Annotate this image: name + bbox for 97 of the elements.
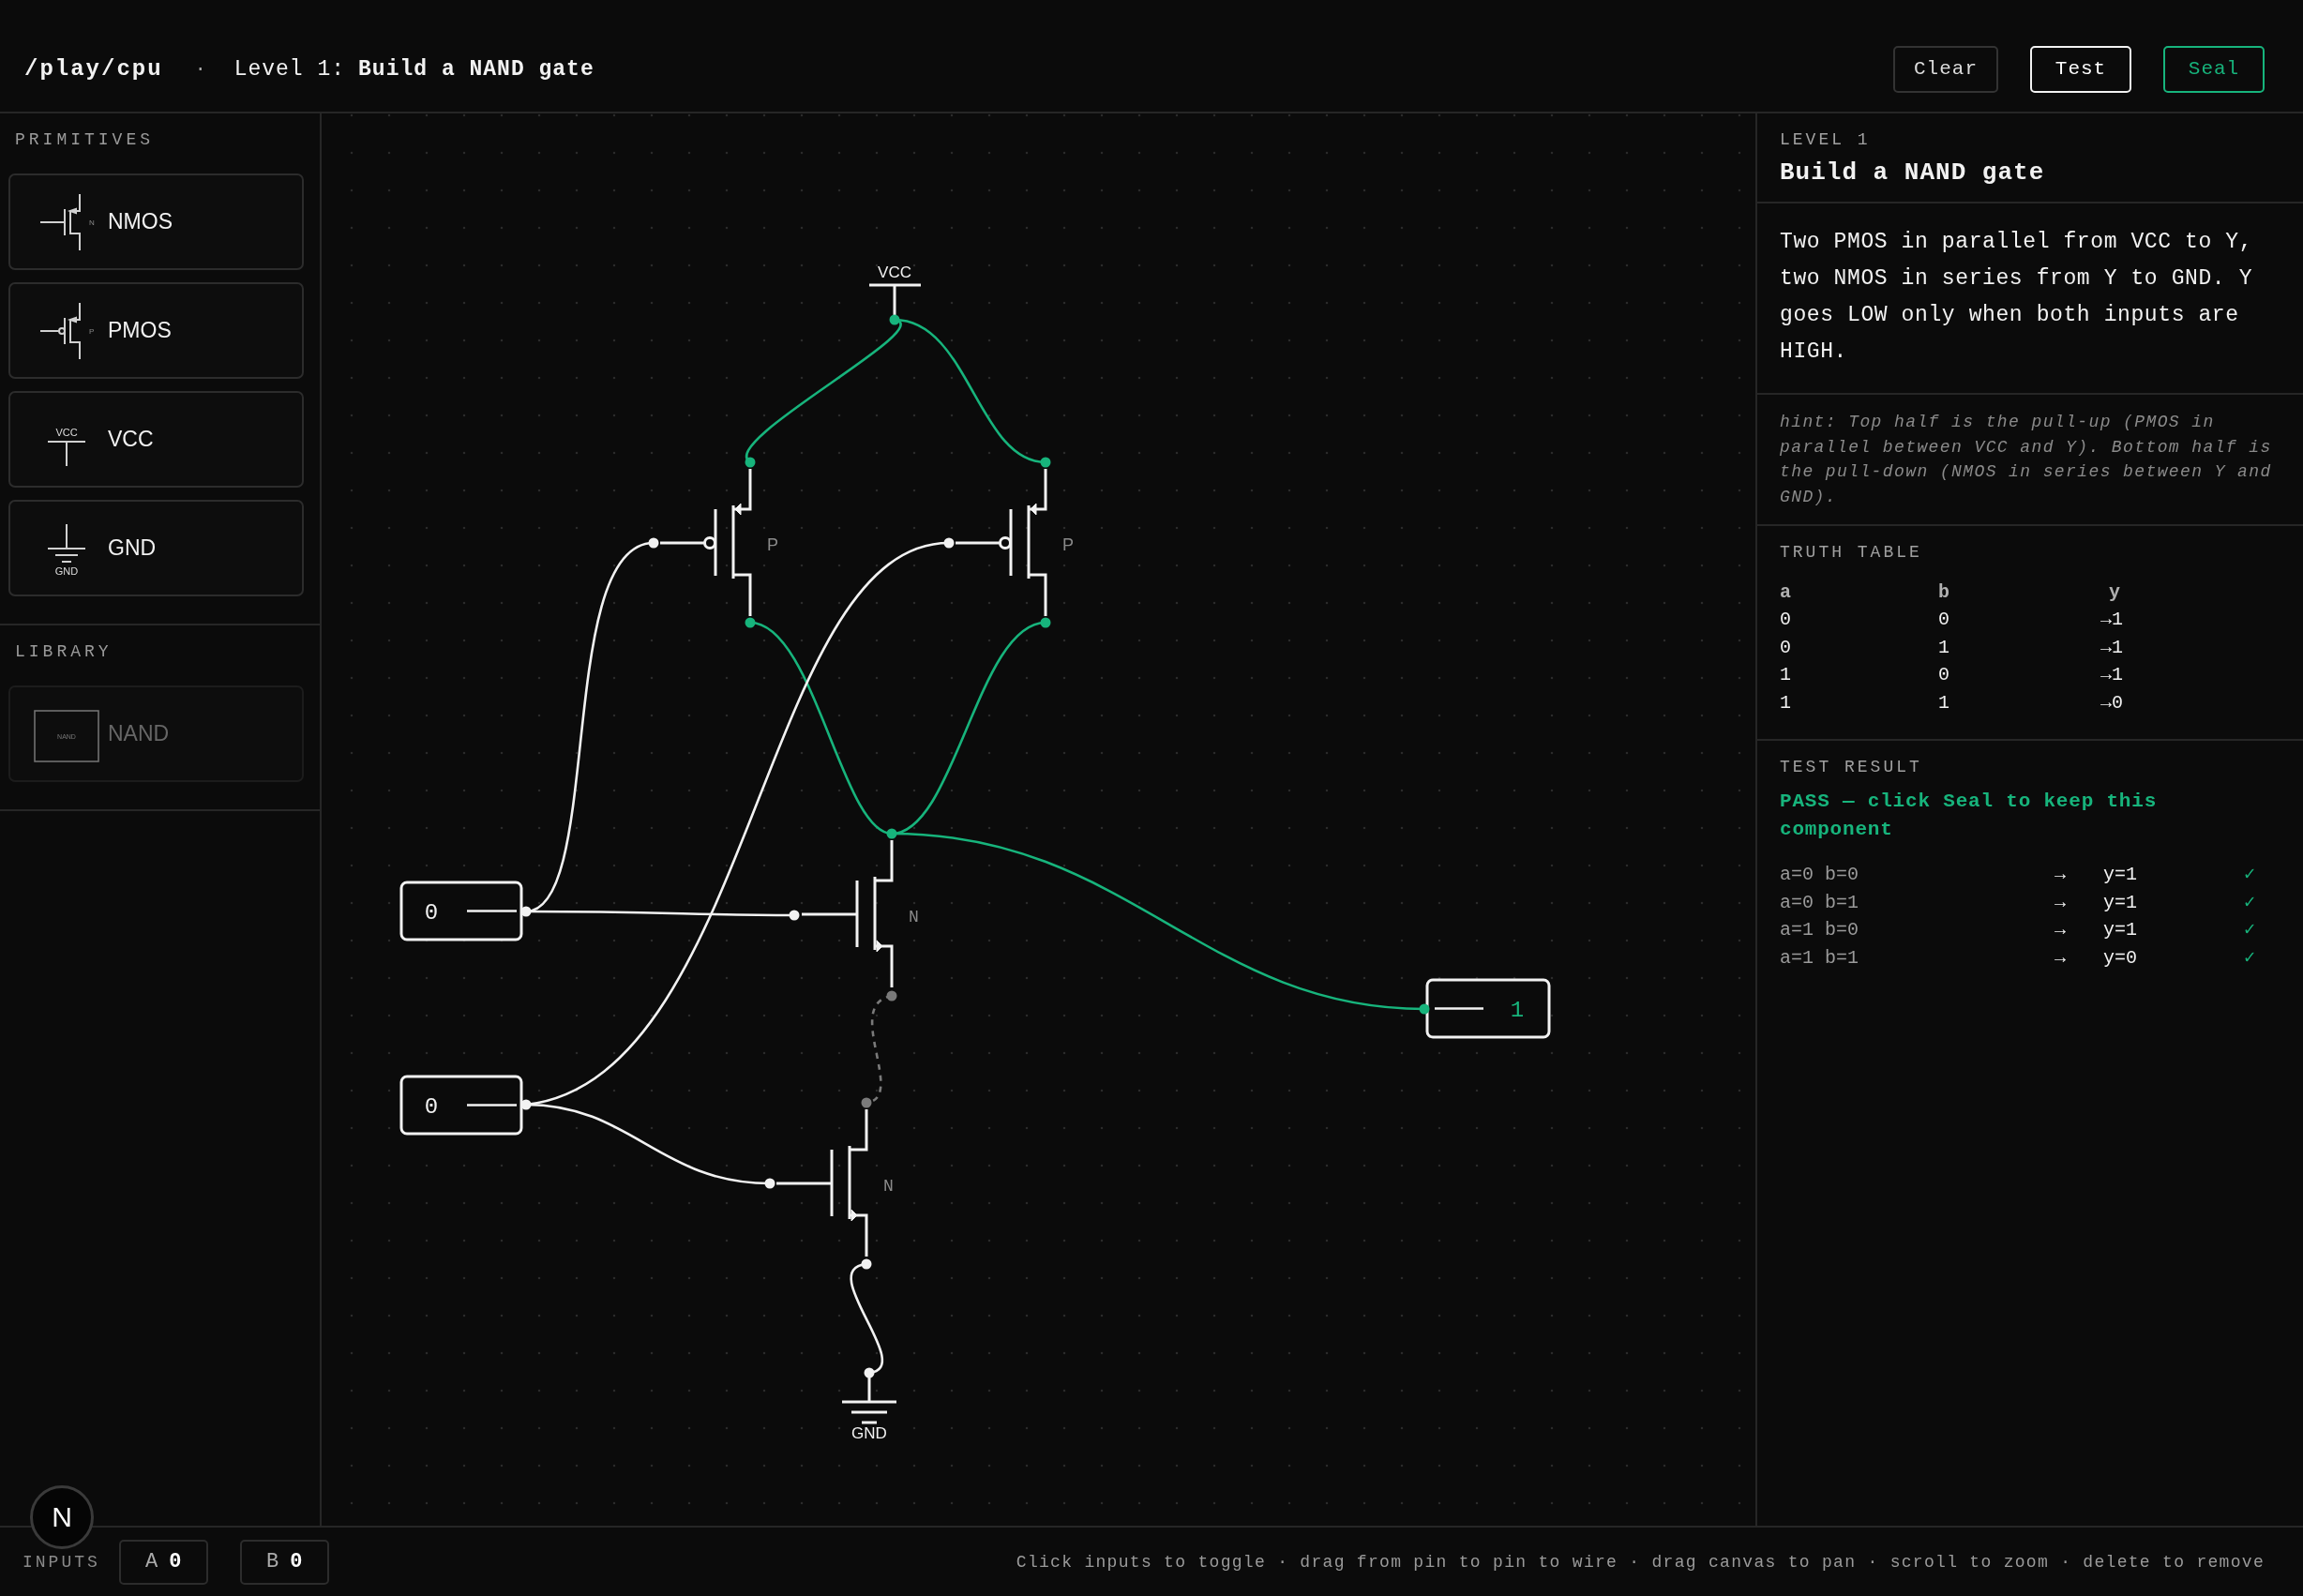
test-status: PASS — click Seal to keep this component: [1780, 790, 2159, 842]
pin-dot[interactable]: [1040, 457, 1051, 468]
ground-icon: [47, 522, 86, 563]
pin-dot[interactable]: [861, 1258, 872, 1270]
hint-text: hint: Top half is the pull-up (PMOS in parallel between VCC and Y). Bottom half is the pull-down (NMOS in series between Y and GND).: [1780, 412, 2273, 508]
component-card[interactable]: N NMOS: [8, 173, 304, 270]
pin-dot[interactable]: [520, 1099, 532, 1110]
chip-icon: [34, 709, 99, 762]
pin-dot[interactable]: [745, 617, 756, 628]
separator-dot: ·: [194, 58, 206, 80]
supply-label: VCC: [878, 263, 911, 281]
pin-dot[interactable]: [886, 828, 897, 839]
table-cell-text: →1: [2100, 608, 2124, 632]
level-description: Two PMOS in parallel from VCC to Y, two NMOS in series from Y to GND. Y goes LOW only when both inputs are HIGH.: [1780, 229, 2254, 366]
component-card[interactable]: GND GND: [8, 500, 304, 596]
case-output: y=1: [2103, 863, 2138, 887]
transistor-label: N: [883, 1177, 894, 1196]
section-heading: PRIMITIVES: [14, 129, 156, 151]
section-heading: TEST RESULT: [1780, 758, 1923, 776]
icon-label: VCC: [55, 426, 78, 438]
pin-dot[interactable]: [864, 1367, 875, 1378]
transistor-label: P: [767, 535, 778, 554]
table-cell-text: 1: [1780, 690, 1792, 715]
arrow-text: →: [2055, 890, 2067, 915]
table-cell-text: 1: [1780, 663, 1792, 687]
pin-dot[interactable]: [745, 457, 756, 468]
column-header: b: [1938, 580, 1950, 605]
case-inputs: a=1 b=0: [1780, 916, 2055, 944]
pmos-icon: [39, 301, 81, 360]
column-header: y: [2108, 580, 2121, 605]
panel-title: Build a NAND gate: [1780, 158, 2046, 187]
section-heading: TRUTH TABLE: [1780, 543, 1923, 562]
pin-dot[interactable]: [648, 537, 659, 549]
input-toggle[interactable]: 0: [399, 881, 523, 941]
check-mark: ✓: [2244, 863, 2257, 887]
pin-dot[interactable]: [861, 1097, 872, 1108]
section-heading: LIBRARY: [14, 641, 113, 663]
pin-dot[interactable]: [943, 537, 955, 549]
level-label: LEVEL 1: [1780, 130, 1872, 149]
seal-button[interactable]: Seal: [2163, 45, 2265, 93]
check-mark: ✓: [2244, 945, 2257, 971]
logo-badge[interactable]: N: [30, 1485, 94, 1549]
supply-symbol[interactable]: [869, 283, 921, 318]
check-mark: ✓: [2244, 918, 2257, 942]
table-cell-text: 1: [1938, 690, 1950, 715]
column-header: a: [1780, 580, 1792, 605]
table-cell-text: 0: [1938, 608, 1950, 632]
case-inputs: a=0 b=0: [1780, 861, 2055, 889]
app-path: /play/cpu: [24, 56, 163, 82]
table-cell-text: →1: [2100, 635, 2124, 660]
output-probe[interactable]: 1: [1425, 978, 1551, 1039]
input-chip[interactable]: A 0: [118, 1539, 208, 1585]
nmos-transistor[interactable]: [776, 1109, 868, 1257]
icon-label: P: [89, 326, 95, 336]
component-card[interactable]: P PMOS: [8, 282, 304, 379]
pin-dot[interactable]: [1040, 617, 1051, 628]
input-toggle[interactable]: 0: [399, 1075, 523, 1136]
table-cell-text: →0: [2100, 690, 2124, 715]
icon-label: N: [89, 218, 95, 227]
table-cell-text: →1: [2100, 663, 2124, 687]
transistor-label: P: [1062, 535, 1074, 554]
case-inputs: a=0 b=1: [1780, 888, 2055, 916]
pin-dot[interactable]: [764, 1178, 775, 1189]
case-output: y=0: [2103, 945, 2138, 971]
pin-dot[interactable]: [889, 314, 900, 325]
arrow-text: →: [2055, 945, 2067, 971]
icon-label: GND: [54, 565, 79, 577]
arrow-text: →: [2055, 863, 2067, 887]
inputs-label: INPUTS: [23, 1552, 100, 1572]
transistor-label: N: [909, 908, 919, 926]
pin-dot[interactable]: [520, 906, 532, 917]
component-card[interactable]: VCC VCC: [8, 391, 304, 488]
table-cell-text: 0: [1780, 608, 1792, 632]
table-cell-text: 0: [1938, 663, 1950, 687]
level-title: Build a NAND gate: [358, 56, 595, 82]
pin-dot[interactable]: [789, 910, 800, 921]
help-text: Click inputs to toggle · drag from pin to pin to wire · drag canvas to pan · scroll to zoom · delete to remove: [1016, 1552, 2265, 1572]
pin-dot[interactable]: [1419, 1003, 1430, 1015]
nmos-transistor[interactable]: [802, 840, 894, 987]
pmos-transistor[interactable]: [956, 469, 1047, 616]
case-output: y=1: [2103, 918, 2138, 942]
clear-button[interactable]: Clear: [1893, 45, 1998, 93]
supply-icon: [47, 440, 86, 467]
ground-label: GND: [851, 1424, 887, 1442]
case-output: y=1: [2103, 890, 2138, 915]
arrow-text: →: [2055, 918, 2067, 942]
input-chip[interactable]: B 0: [239, 1539, 329, 1585]
table-cell-text: 0: [1780, 635, 1792, 660]
case-inputs: a=1 b=1: [1780, 943, 2055, 971]
nmos-icon: [39, 192, 81, 251]
check-mark: ✓: [2244, 890, 2257, 915]
level-number: Level 1:: [233, 56, 346, 82]
ground-symbol[interactable]: [842, 1375, 896, 1424]
pin-dot[interactable]: [886, 990, 897, 1001]
pmos-transistor[interactable]: [660, 469, 752, 616]
test-button[interactable]: Test: [2030, 45, 2131, 93]
table-cell-text: 1: [1938, 635, 1950, 660]
